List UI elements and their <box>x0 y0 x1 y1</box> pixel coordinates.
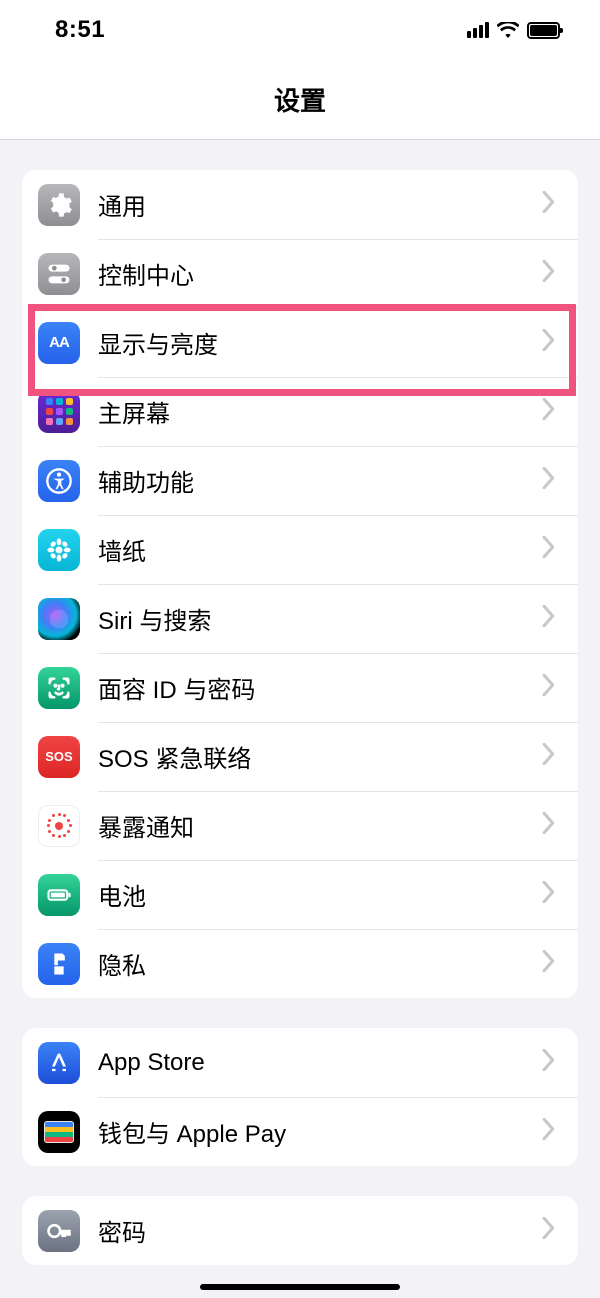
row-label: 辅助功能 <box>98 463 524 498</box>
settings-row-astore[interactable]: App Store <box>22 1028 578 1097</box>
row-label: 隐私 <box>98 946 524 981</box>
row-label: 控制中心 <box>98 256 524 291</box>
settings-row-gear[interactable]: 通用 <box>22 170 578 239</box>
wllt-icon <box>38 1111 80 1153</box>
chevron-right-icon <box>542 329 556 356</box>
expo-icon <box>38 805 80 847</box>
row-label: 暴露通知 <box>98 808 524 843</box>
settings-row-pw[interactable]: 密码 <box>22 1196 578 1265</box>
pw-icon <box>38 1210 80 1252</box>
row-label: 电池 <box>98 877 524 912</box>
settings-row-acc[interactable]: 辅助功能 <box>22 446 578 515</box>
chevron-right-icon <box>542 398 556 425</box>
settings-group: App Store 钱包与 Apple Pay <box>22 1028 578 1166</box>
priv-icon <box>38 943 80 985</box>
row-label: Siri 与搜索 <box>98 601 524 636</box>
chevron-right-icon <box>542 1217 556 1244</box>
row-label: 主屏幕 <box>98 394 524 429</box>
battery-icon <box>527 22 560 39</box>
astore-icon <box>38 1042 80 1084</box>
settings-row-face[interactable]: 面容 ID 与密码 <box>22 653 578 722</box>
settings-row-sos[interactable]: SOS SOS 紧急联络 <box>22 722 578 791</box>
status-time: 8:51 <box>55 16 105 44</box>
row-label: 钱包与 Apple Pay <box>98 1114 524 1149</box>
settings-group: 通用控制中心 AA 显示与亮度主屏幕辅助功能墙纸 Siri 与搜索面容 ID 与密码 S… <box>22 170 578 998</box>
chevron-right-icon <box>542 605 556 632</box>
row-label: 显示与亮度 <box>98 325 524 360</box>
home-icon <box>38 391 80 433</box>
settings-row-disp[interactable]: AA 显示与亮度 <box>22 308 578 377</box>
row-label: 墙纸 <box>98 532 524 567</box>
settings-row-bat-i[interactable]: 电池 <box>22 860 578 929</box>
chevron-right-icon <box>542 812 556 839</box>
chevron-right-icon <box>542 1118 556 1145</box>
nav-bar: 设置 <box>0 60 600 140</box>
wall-icon <box>38 529 80 571</box>
settings-row-ctrl[interactable]: 控制中心 <box>22 239 578 308</box>
gear-icon <box>38 184 80 226</box>
row-label: 密码 <box>98 1213 524 1248</box>
chevron-right-icon <box>542 191 556 218</box>
row-label: 面容 ID 与密码 <box>98 670 524 705</box>
settings-row-siri[interactable]: Siri 与搜索 <box>22 584 578 653</box>
wifi-icon <box>497 22 519 38</box>
page-title: 设置 <box>274 81 326 118</box>
chevron-right-icon <box>542 536 556 563</box>
row-label: App Store <box>98 1049 524 1077</box>
settings-row-home[interactable]: 主屏幕 <box>22 377 578 446</box>
settings-row-priv[interactable]: 隐私 <box>22 929 578 998</box>
chevron-right-icon <box>542 1049 556 1076</box>
status-right <box>467 22 560 39</box>
home-indicator <box>200 1284 400 1290</box>
face-icon <box>38 667 80 709</box>
chevron-right-icon <box>542 743 556 770</box>
ctrl-icon <box>38 253 80 295</box>
status-bar: 8:51 <box>0 0 600 60</box>
row-label: 通用 <box>98 187 524 222</box>
chevron-right-icon <box>542 467 556 494</box>
settings-row-wllt[interactable]: 钱包与 Apple Pay <box>22 1097 578 1166</box>
settings-group: 密码 <box>22 1196 578 1265</box>
settings-row-expo[interactable]: 暴露通知 <box>22 791 578 860</box>
chevron-right-icon <box>542 260 556 287</box>
sos-icon: SOS <box>38 736 80 778</box>
row-label: SOS 紧急联络 <box>98 739 524 774</box>
chevron-right-icon <box>542 674 556 701</box>
signal-icon <box>467 22 489 38</box>
acc-icon <box>38 460 80 502</box>
siri-icon <box>38 598 80 640</box>
chevron-right-icon <box>542 950 556 977</box>
bat-i-icon <box>38 874 80 916</box>
settings-row-wall[interactable]: 墙纸 <box>22 515 578 584</box>
chevron-right-icon <box>542 881 556 908</box>
disp-icon: AA <box>38 322 80 364</box>
